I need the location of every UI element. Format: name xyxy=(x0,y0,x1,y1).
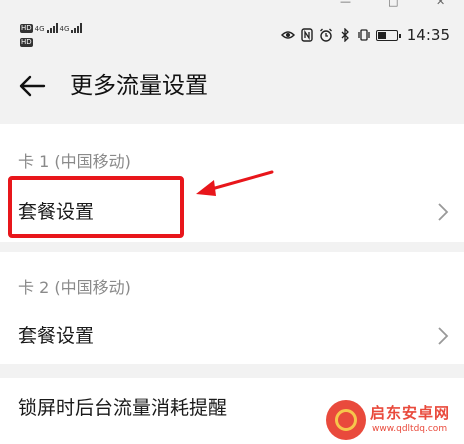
section-header-sim1: 卡 1 (中国移动) xyxy=(18,152,131,171)
maximize-icon[interactable]: □ xyxy=(388,0,398,7)
battery-icon xyxy=(375,29,401,41)
back-arrow-icon xyxy=(19,75,46,97)
alarm-icon xyxy=(319,28,333,42)
sim2-signal: HD xyxy=(20,36,33,47)
section-header-sim2: 卡 2 (中国移动) xyxy=(18,278,131,297)
hd-icon: HD xyxy=(20,24,33,33)
signal-bars-icon xyxy=(71,23,83,33)
window-controls: — □ ✕ xyxy=(324,0,464,10)
sim2-plan-settings-row[interactable]: 套餐设置 xyxy=(0,310,464,362)
eye-comfort-icon xyxy=(280,28,295,42)
watermark: 启东安卓网 www.qdltdq.com xyxy=(326,400,458,440)
hd-icon: HD xyxy=(20,38,33,47)
watermark-title: 启东安卓网 xyxy=(370,404,451,422)
sim1-signal: HD 4G 4G xyxy=(20,22,83,33)
annotation-arrow-icon xyxy=(196,170,274,196)
network-type: 4G xyxy=(59,25,70,33)
plan-settings-label: 套餐设置 xyxy=(18,325,95,347)
lockscreen-reminder-label: 锁屏时后台流量消耗提醒 xyxy=(18,397,228,419)
chevron-right-icon xyxy=(438,327,449,345)
clock: 14:35 xyxy=(406,26,450,44)
vibrate-icon xyxy=(357,28,371,42)
signal-bars-icon xyxy=(46,23,58,33)
title-bar: 更多流量设置 xyxy=(0,56,464,116)
close-icon[interactable]: ✕ xyxy=(436,0,445,7)
minimize-icon[interactable]: — xyxy=(340,0,351,7)
bluetooth-icon xyxy=(338,28,352,42)
chevron-right-icon xyxy=(438,203,449,221)
back-button[interactable] xyxy=(14,70,50,102)
annotation-highlight-box xyxy=(8,176,184,238)
network-type: 4G xyxy=(34,25,45,33)
signal-indicators: HD 4G 4G HD xyxy=(20,22,110,52)
status-bar: HD 4G 4G HD 14:35 xyxy=(0,12,464,56)
watermark-url: www.qdltdq.com xyxy=(372,424,448,434)
nfc-icon xyxy=(300,28,314,42)
sim2-card: 卡 2 (中国移动) 套餐设置 xyxy=(0,252,464,364)
watermark-logo-icon xyxy=(326,400,366,440)
page-title: 更多流量设置 xyxy=(70,73,208,99)
status-icons: 14:35 xyxy=(280,26,450,44)
